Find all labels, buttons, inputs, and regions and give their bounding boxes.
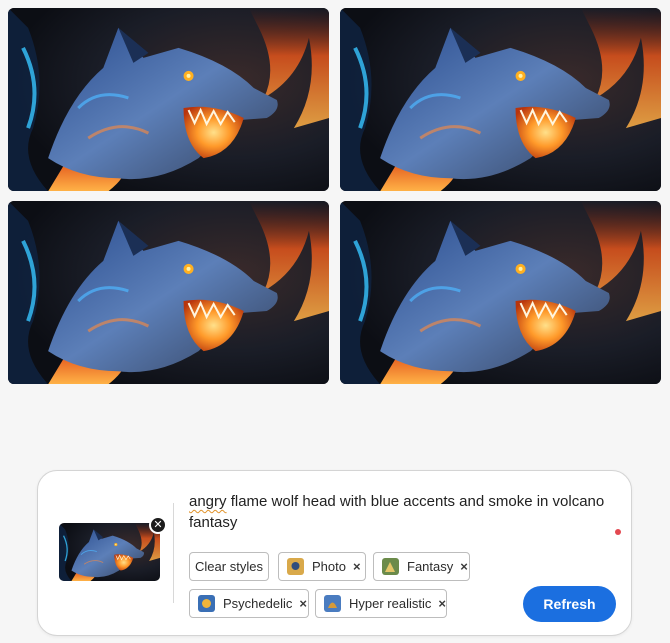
style-chip-hyper-realistic: Hyper realistic × [315,589,447,618]
wolf-image-3 [8,201,329,384]
hyper-realistic-style-icon [324,595,341,612]
remove-reference-close-icon[interactable]: ✕ [149,516,167,534]
prompt-panel: ✕ angry flame wolf head with blue accent… [37,470,632,636]
wolf-image-4 [340,201,661,384]
generated-image-2[interactable] [340,8,661,191]
prompt-text: flame wolf head with blue accents and sm… [189,493,605,531]
reference-image-thumbnail[interactable] [59,523,160,581]
clear-styles-button[interactable]: Clear styles [189,552,269,581]
psychedelic-style-icon [198,595,215,612]
fantasy-style-icon [382,558,399,575]
chip-label: Psychedelic [223,596,293,611]
remove-photo-close-icon[interactable]: × [353,559,361,574]
generated-image-1[interactable] [8,8,329,191]
chip-label: Hyper realistic [349,596,432,611]
style-chip-fantasy: Fantasy × [373,552,470,581]
remove-hyper-realistic-close-icon[interactable]: × [438,596,446,611]
style-chip-photo: Photo × [278,552,366,581]
clear-styles-label: Clear styles [195,559,263,574]
misspelled-word: angry [189,493,227,510]
wolf-image-2 [340,8,661,191]
photo-style-icon [287,558,304,575]
reference-wolf-image [59,523,160,581]
wolf-image-1 [8,8,329,191]
generated-image-4[interactable] [340,201,661,384]
generated-image-3[interactable] [8,201,329,384]
chip-label: Photo [312,559,346,574]
prompt-input[interactable]: angry flame wolf head with blue accents … [189,491,629,533]
status-indicator-dot [615,529,621,535]
chip-label: Fantasy [407,559,454,574]
divider [173,503,174,603]
remove-psychedelic-close-icon[interactable]: × [299,596,307,611]
refresh-button[interactable]: Refresh [523,586,616,622]
style-chip-psychedelic: Psychedelic × [189,589,309,618]
remove-fantasy-close-icon[interactable]: × [460,559,468,574]
